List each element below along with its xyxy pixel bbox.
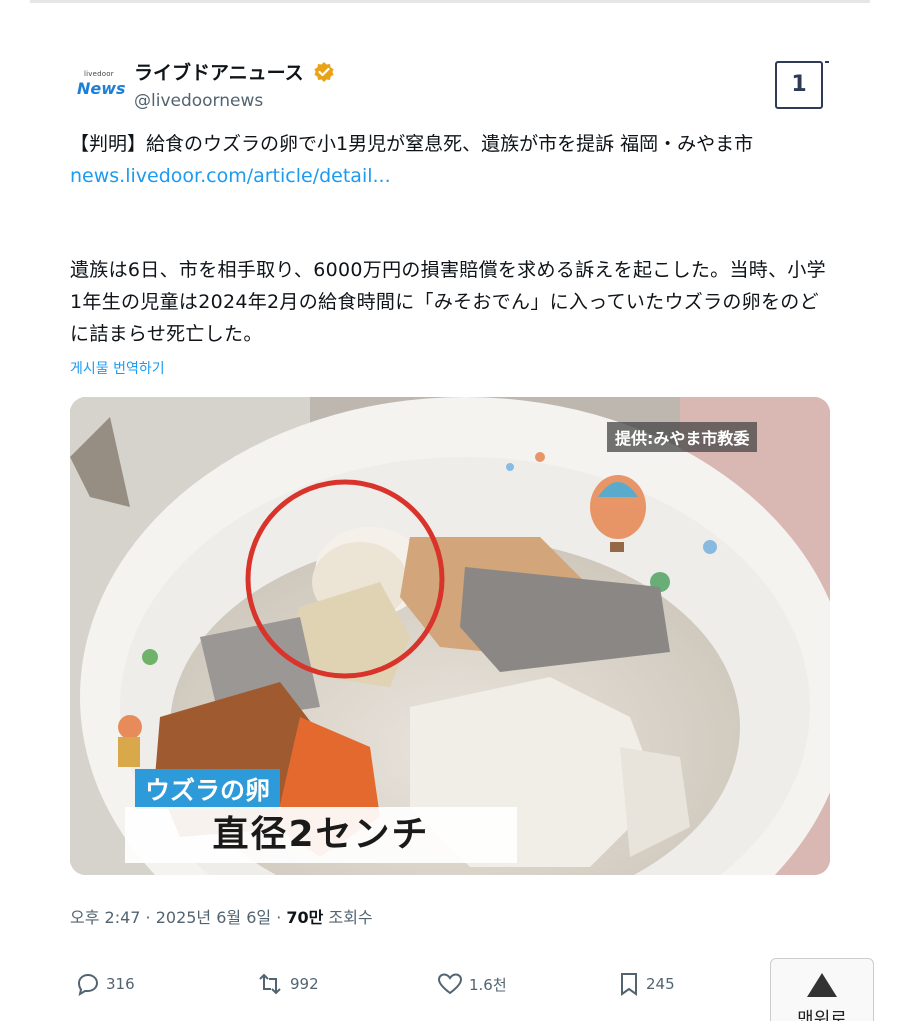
logo-big-text: News [77,79,126,98]
translate-post-link[interactable]: 게시물 번역하기 [70,358,165,378]
account-handle[interactable]: @livedoornews [134,91,335,111]
verified-badge-icon [313,61,335,83]
bookmark-button[interactable]: 245 [618,968,675,1000]
view-count-suffix: 조회수 [323,908,373,927]
account-avatar[interactable]: livedoor News [74,64,126,100]
tweet-photo[interactable]: 提供:みやま市教委 ウズラの卵 直径2センチ [70,397,830,875]
reply-count: 316 [106,975,135,993]
tweet-header: livedoor News ライブドアニュース @livedoornews 1 [72,52,832,112]
caption-label: ウズラの卵 [135,769,281,809]
view-count: 70만 [286,908,324,927]
tweet-headline-block: 【判明】給食のウズラの卵で小1男児が窒息死、遺族が市を提訴 福岡・みやま市 ne… [70,128,830,192]
bookmark-icon [621,973,637,996]
up-arrow-icon [807,973,837,997]
article-link[interactable]: news.livedoor.com/article/detail... [70,160,830,192]
logo-small-text: livedoor [84,70,114,78]
scroll-to-top-label: 맨위로 [797,1009,847,1021]
caption-main: 直径2センチ [125,807,517,863]
tweet-headline: 【判明】給食のウズラの卵で小1男児が窒息死、遺族が市を提訴 福岡・みやま市 [70,133,754,155]
like-count: 1.6천 [469,975,507,994]
photo-credit: 提供:みやま市教委 [607,422,758,452]
account-name[interactable]: ライブドアニュース [134,58,304,85]
repost-icon [259,973,281,995]
repost-button[interactable]: 992 [256,968,319,1000]
grok-button[interactable]: 1 [775,61,829,109]
heart-icon [437,973,463,995]
tweet-body: 遺族は6日、市を相手取り、6000万円の損害賠償を求める訴えを起こした。当時、小… [70,259,826,345]
repost-count: 992 [290,975,319,993]
tweet-meta: 오후 2:47 · 2025년 6월 6일 · 70만 조회수 [70,904,373,928]
scroll-to-top-button[interactable]: 맨위로 [770,958,874,1021]
reply-button[interactable]: 316 [76,968,135,1000]
top-divider [30,0,870,3]
reply-icon [77,973,99,996]
tweet-timestamp[interactable]: 오후 2:47 · 2025년 6월 6일 · [70,908,286,927]
like-button[interactable]: 1.6천 [437,968,507,1000]
account-info: ライブドアニュース @livedoornews [134,58,335,111]
tweet-actions: 316 992 1.6천 245 [70,968,770,1000]
bookmark-count: 245 [646,975,675,993]
